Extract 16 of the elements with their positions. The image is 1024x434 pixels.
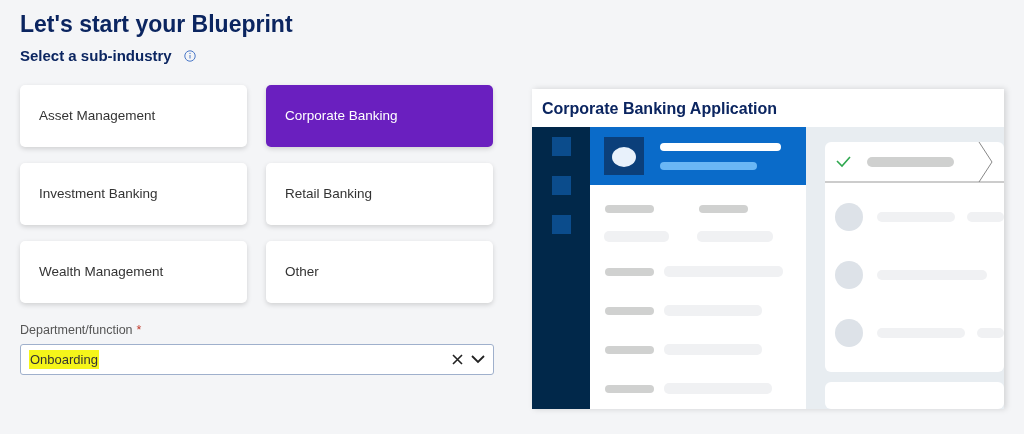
field-label: Department/function	[20, 323, 133, 337]
sub-industry-option[interactable]: Retail Banking	[266, 163, 493, 225]
sub-industry-option[interactable]: Investment Banking	[20, 163, 247, 225]
sub-industry-option[interactable]: Corporate Banking	[266, 85, 493, 147]
clear-icon[interactable]	[452, 353, 463, 365]
required-asterisk: *	[136, 323, 142, 337]
department-select[interactable]: Onboarding	[20, 343, 494, 375]
sub-industry-option[interactable]: Wealth Management	[20, 241, 247, 303]
preview-title: Corporate Banking Application	[541, 99, 778, 119]
field-value: Onboarding	[29, 349, 99, 369]
section-heading: Select a sub-industry	[20, 46, 172, 66]
info-icon[interactable]	[183, 50, 196, 62]
sub-industry-option[interactable]: Asset Management	[20, 85, 247, 147]
page-title: Let's start your Blueprint	[20, 10, 294, 38]
chevron-down-icon[interactable]	[471, 354, 485, 364]
sub-industry-option[interactable]: Other	[266, 241, 493, 303]
